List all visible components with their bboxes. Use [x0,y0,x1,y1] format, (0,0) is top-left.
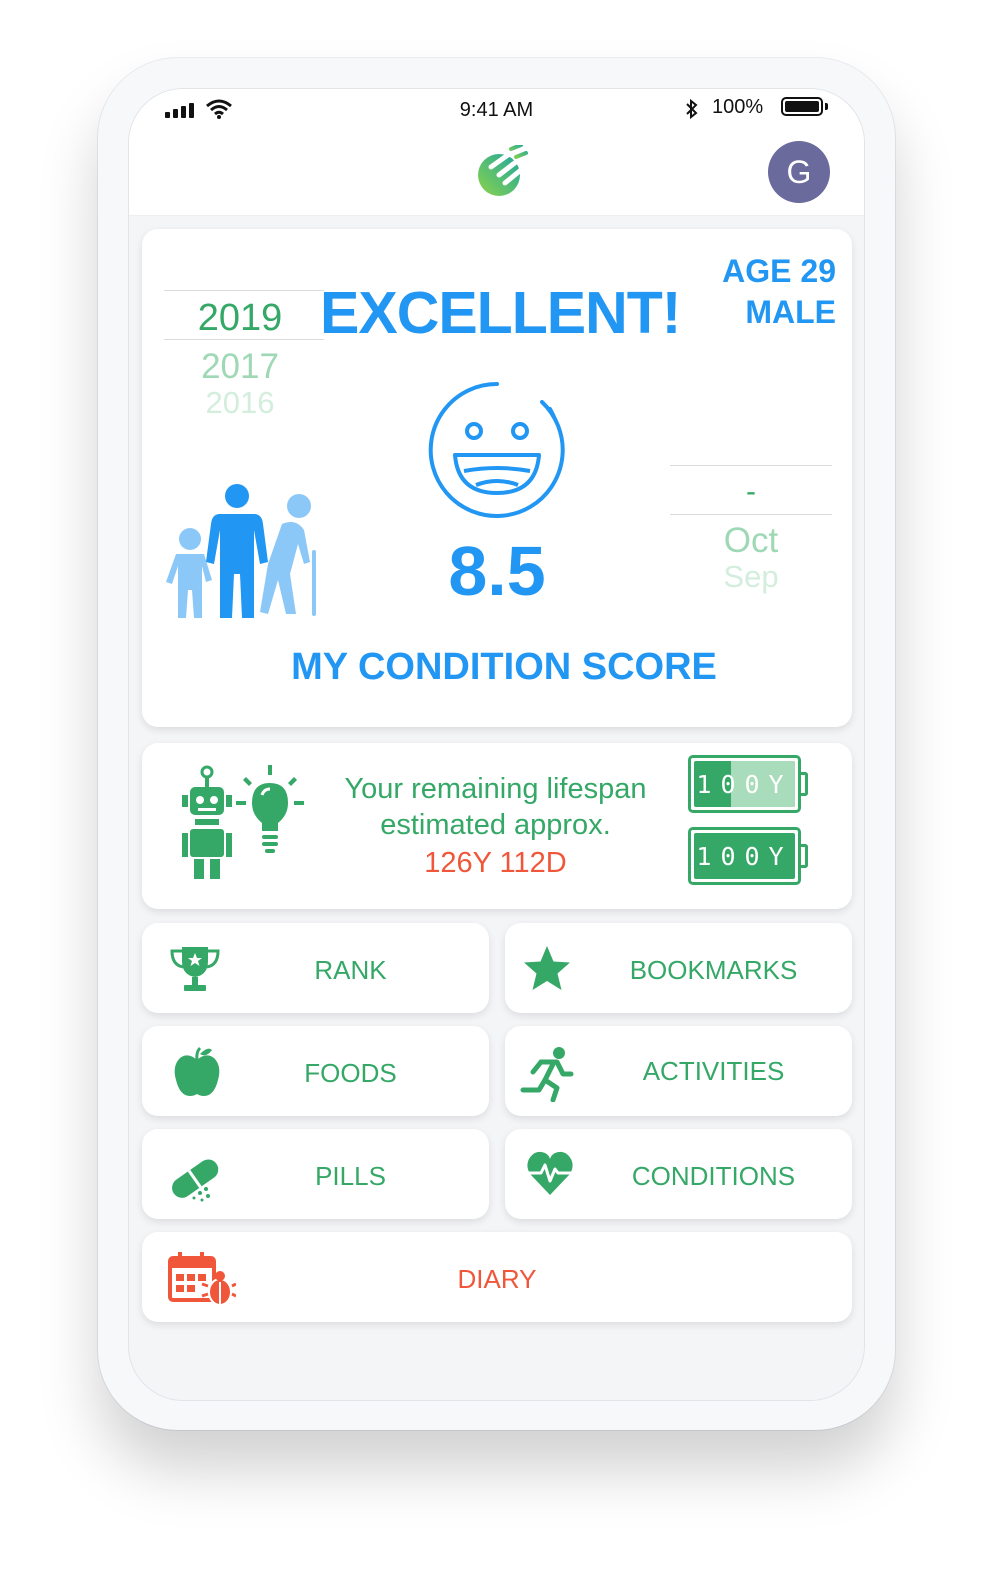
foods-label: FOODS [304,1058,397,1088]
rank-button[interactable]: RANK [142,923,489,1013]
battery-top-tip [801,772,808,796]
activities-button[interactable]: ACTIVITIES [505,1026,852,1116]
trophy-icon [170,947,220,991]
year-divider [164,290,324,291]
apple-icon [174,1046,220,1096]
bookmarks-label: BOOKMARKS [629,955,798,985]
battery-bottom-tip [801,844,808,868]
bluetooth-icon [686,98,698,120]
bookmarks-button[interactable]: BOOKMARKS [505,923,852,1013]
gender-label: MALE [745,294,836,330]
robot-idea-icon [182,765,304,879]
year-option[interactable]: 2017 [160,347,320,387]
month-divider [670,465,832,466]
month-option[interactable]: Sep [670,559,832,595]
month-selected[interactable]: - [670,475,832,509]
lifespan-line-2: estimated approx. [380,809,611,841]
activities-label: ACTIVITIES [642,1056,785,1086]
heartbeat-icon [527,1151,573,1195]
user-avatar[interactable]: G [768,141,830,203]
pills-icon [172,1159,219,1202]
year-option[interactable]: 2016 [160,385,320,421]
lifespan-card: Your remaining lifespan estimated approx… [142,743,852,909]
app-logo-icon [478,145,529,196]
lifespan-description: Your remaining lifespan estimated approx… [302,771,689,843]
rank-label: RANK [314,955,387,985]
status-bar: 9:41 AM 100% [129,89,864,129]
lifespan-line-1: Your remaining lifespan [344,773,647,805]
battery-icon [781,97,823,116]
running-person-icon [520,1047,574,1102]
battery-percentage: 100% [712,96,764,118]
lifespan-value: 126Y 112D [424,847,567,879]
pills-label: PILLS [315,1161,386,1191]
star-icon [524,946,570,990]
lifespan-battery-bottom: 100Y [688,827,801,885]
lifespan-battery-top: 100Y [688,755,801,813]
app-header: G [129,129,864,216]
condition-score-card: 2019 2017 2016 EXCELLENT! AGE 29 MALE 8.… [142,229,852,727]
month-option[interactable]: Oct [670,521,832,561]
year-selected[interactable]: 2019 [160,297,320,340]
month-divider [670,514,832,515]
conditions-label: CONDITIONS [631,1161,796,1191]
battery-bottom-label: 100Y [696,842,793,871]
age-label: AGE 29 [722,253,836,289]
app-screen: 9:41 AM 100% G 2019 2017 2016 EXCELLENT! [128,88,865,1401]
battery-tip [825,103,828,110]
diary-label: DIARY [457,1264,537,1294]
diary-button[interactable]: DIARY [142,1232,852,1322]
condition-headline: EXCELLENT! [320,280,681,346]
profile-summary: AGE 29 MALE [722,251,836,333]
smiley-face-icon [428,381,565,518]
condition-score-title: MY CONDITION SCORE [291,646,717,688]
battery-top-label: 100Y [696,770,793,799]
conditions-button[interactable]: CONDITIONS [505,1129,852,1219]
foods-button[interactable]: FOODS [142,1026,489,1116]
pills-button[interactable]: PILLS [142,1129,489,1219]
